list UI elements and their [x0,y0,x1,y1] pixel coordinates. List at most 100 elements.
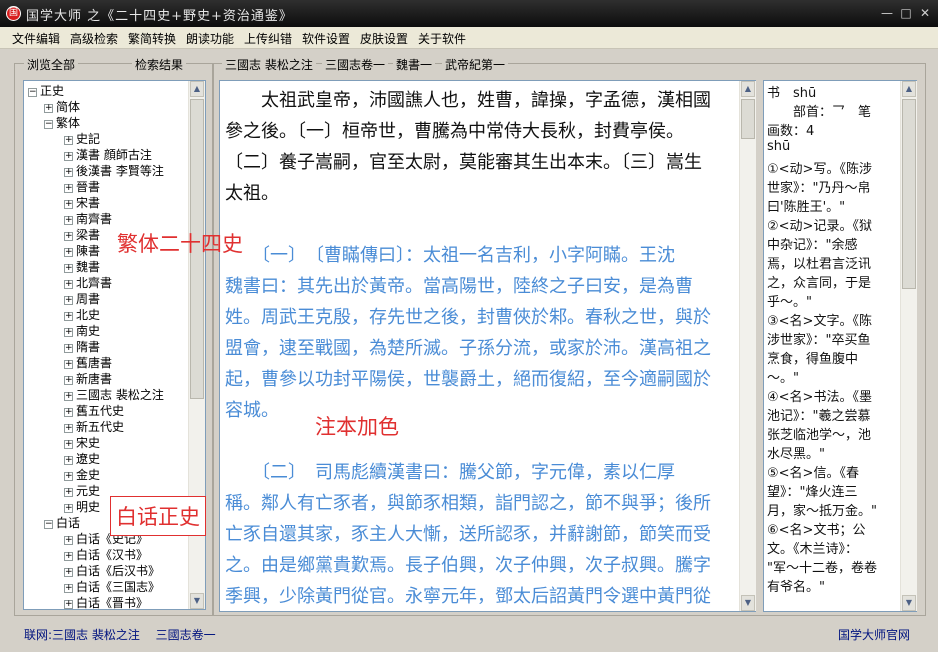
tree-item[interactable]: + 北齊書 [64,275,112,291]
tree-item-label: 白话《汉书》 [76,548,149,562]
expand-icon[interactable]: + [64,136,73,145]
expand-icon[interactable]: + [64,280,73,289]
scroll-thumb[interactable] [902,99,916,289]
tree-item[interactable]: + 陳書 [64,243,100,259]
tree-item[interactable]: + 金史 [64,467,100,483]
dictionary-scrollbar[interactable]: ▲ ▼ [900,81,917,611]
collapse-icon[interactable]: − [44,120,53,129]
tree-item[interactable]: + 周書 [64,291,100,307]
tree-item[interactable]: + 舊五代史 [64,403,124,419]
tree-item[interactable]: + 南齊書 [64,211,112,227]
expand-icon[interactable]: + [64,344,73,353]
expand-icon[interactable]: + [64,504,73,513]
tree-item-label: 简体 [56,100,81,114]
expand-icon[interactable]: + [64,184,73,193]
tree-item[interactable]: + 明史 [64,499,100,515]
scroll-down-icon[interactable]: ▼ [741,595,755,611]
maximize-icon[interactable]: □ [898,5,914,21]
expand-icon[interactable]: + [64,232,73,241]
expand-icon[interactable]: + [64,408,73,417]
tree-item[interactable]: + 遼史 [64,451,100,467]
expand-icon[interactable]: + [64,584,73,593]
scroll-down-icon[interactable]: ▼ [190,593,204,609]
menu-skin[interactable]: 皮肤设置 [360,30,408,47]
tree-item[interactable]: + 史記 [64,131,100,147]
scroll-up-icon[interactable]: ▲ [902,81,916,97]
tab-browse-all[interactable]: 浏览全部 [24,56,79,73]
tree-item[interactable]: + 北史 [64,307,100,323]
scroll-down-icon[interactable]: ▼ [902,595,916,611]
tree-item[interactable]: + 南史 [64,323,100,339]
expand-icon[interactable]: + [64,328,73,337]
expand-icon[interactable]: + [64,424,73,433]
tree-item-label: 新五代史 [76,420,125,434]
expand-icon[interactable]: + [64,376,73,385]
tree-item[interactable]: + 後漢書 李賢等注 [64,163,164,179]
expand-icon[interactable]: + [64,472,73,481]
breadcrumb-volume[interactable]: 三國志卷一 [322,56,389,73]
menu-advanced-search[interactable]: 高级检索 [70,30,118,47]
expand-icon[interactable]: + [64,392,73,401]
expand-icon[interactable]: + [64,456,73,465]
breadcrumb-chapter[interactable]: 武帝紀第一 [442,56,509,73]
tree-item[interactable]: − 白话 [44,515,80,531]
expand-icon[interactable]: + [64,216,73,225]
official-site-link[interactable]: 国学大师官网 [838,626,910,643]
scroll-up-icon[interactable]: ▲ [190,81,204,97]
tree-item[interactable]: + 舊唐書 [64,355,112,371]
tree-item[interactable]: + 漢書 顔師古注 [64,147,152,163]
expand-icon[interactable]: + [64,552,73,561]
tree-item[interactable]: + 白话《汉书》 [64,547,148,563]
menu-about[interactable]: 关于软件 [418,30,466,47]
expand-icon[interactable]: + [64,168,73,177]
tree-item[interactable]: + 白话《三国志》 [64,579,160,595]
tree-item[interactable]: + 隋書 [64,339,100,355]
expand-icon[interactable]: + [44,104,53,113]
tree-item[interactable]: + 宋史 [64,435,100,451]
expand-icon[interactable]: + [64,360,73,369]
tree-item[interactable]: + 三國志 裴松之注 [64,387,164,403]
breadcrumb-book[interactable]: 三國志 裴松之注 [222,56,316,73]
tree-item[interactable]: + 简体 [44,99,80,115]
expand-icon[interactable]: + [64,152,73,161]
tree-item[interactable]: − 正史 [28,83,64,99]
expand-icon[interactable]: + [64,600,73,609]
expand-icon[interactable]: + [64,248,73,257]
expand-icon[interactable]: + [64,200,73,209]
collapse-icon[interactable]: − [28,88,37,97]
dictionary-line: 乎～。" [767,295,812,310]
tree-item[interactable]: + 白话《晋书》 [64,595,148,609]
menu-read-aloud[interactable]: 朗读功能 [186,30,234,47]
tab-search-results[interactable]: 检索结果 [132,56,187,73]
expand-icon[interactable]: + [64,488,73,497]
scroll-up-icon[interactable]: ▲ [741,81,755,97]
tree-item[interactable]: + 宋書 [64,195,100,211]
scroll-thumb[interactable] [741,99,755,139]
expand-icon[interactable]: + [64,568,73,577]
collapse-icon[interactable]: − [44,520,53,529]
content-scrollbar[interactable]: ▲ ▼ [739,81,756,611]
minimize-icon[interactable]: — [879,5,895,21]
breadcrumb-section[interactable]: 魏書一 [393,56,436,73]
tree-item[interactable]: + 白话《后汉书》 [64,563,160,579]
tree-item[interactable]: − 繁体 [44,115,80,131]
tree-item[interactable]: + 新唐書 [64,371,112,387]
expand-icon[interactable]: + [64,440,73,449]
expand-icon[interactable]: + [64,264,73,273]
tree-item[interactable]: + 晉書 [64,179,100,195]
tree-item[interactable]: + 梁書 [64,227,100,243]
menu-upload-correction[interactable]: 上传纠错 [244,30,292,47]
expand-icon[interactable]: + [64,536,73,545]
tree-item[interactable]: + 魏書 [64,259,100,275]
tree-item[interactable]: + 元史 [64,483,100,499]
menu-file-edit[interactable]: 文件编辑 [12,30,60,47]
tree-item-label: 白话《三国志》 [76,580,161,594]
annotation-text-line: 〔二〕 司馬彪續漢書曰：騰父節，字元偉，素以仁厚 [225,462,675,483]
close-icon[interactable]: ✕ [917,5,933,21]
menu-convert[interactable]: 繁简转换 [128,30,176,47]
tree-item-label: 梁書 [76,228,101,242]
expand-icon[interactable]: + [64,312,73,321]
tree-item[interactable]: + 新五代史 [64,419,124,435]
expand-icon[interactable]: + [64,296,73,305]
menu-settings[interactable]: 软件设置 [302,30,350,47]
